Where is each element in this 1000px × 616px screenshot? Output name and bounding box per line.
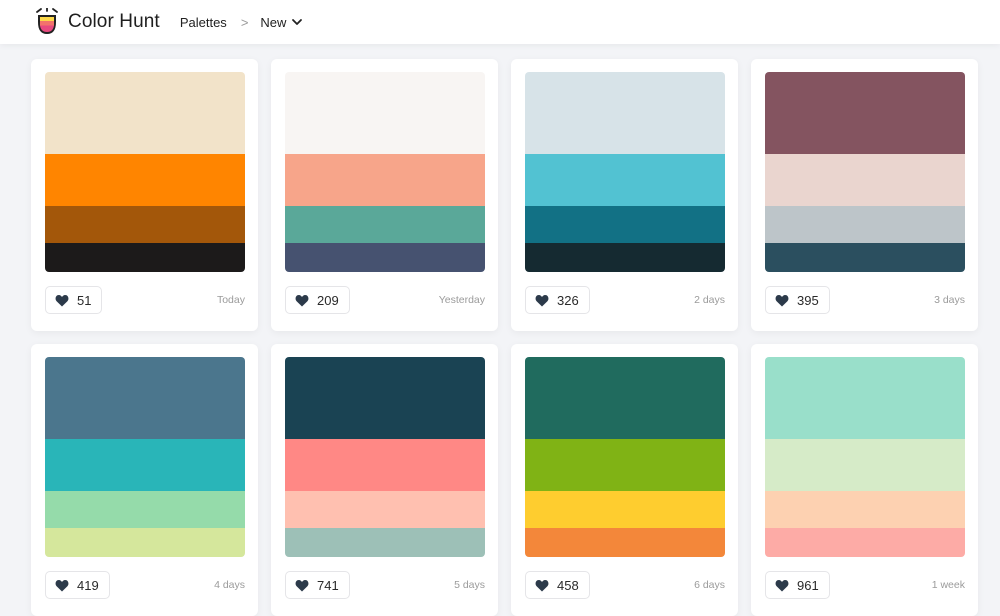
heart-icon (295, 294, 309, 307)
color-swatch[interactable] (45, 439, 245, 491)
color-swatch[interactable] (285, 528, 485, 557)
color-swatch[interactable] (45, 243, 245, 272)
palette-date: Yesterday (438, 294, 485, 306)
palette-swatches[interactable] (765, 72, 965, 272)
like-count: 458 (557, 577, 579, 593)
color-swatch[interactable] (765, 154, 965, 206)
color-swatch[interactable] (285, 439, 485, 491)
color-swatch[interactable] (45, 72, 245, 154)
like-button[interactable]: 961 (765, 571, 830, 599)
like-button[interactable]: 395 (765, 286, 830, 314)
palette-card: 458 6 days (511, 344, 738, 616)
color-swatch[interactable] (765, 439, 965, 491)
palette-date: Today (216, 294, 245, 306)
palette-card: 326 2 days (511, 59, 738, 331)
color-swatch[interactable] (45, 206, 245, 243)
palette-swatches[interactable] (525, 72, 725, 272)
palette-date: 5 days (454, 579, 485, 591)
color-swatch[interactable] (765, 72, 965, 154)
like-count: 419 (77, 577, 99, 593)
palette-date: 3 days (934, 294, 965, 306)
palette-card: 741 5 days (271, 344, 498, 616)
color-swatch[interactable] (285, 357, 485, 439)
palette-grid: 51 Today 209 Yesterday 326 2 days 395 3 … (31, 59, 981, 616)
palette-card: 961 1 week (751, 344, 978, 616)
heart-icon (775, 579, 789, 592)
heart-icon (55, 579, 69, 592)
heart-icon (55, 294, 69, 307)
color-swatch[interactable] (525, 528, 725, 557)
nav-palettes-link[interactable]: Palettes (180, 15, 227, 30)
palette-card: 395 3 days (751, 59, 978, 331)
color-swatch[interactable] (525, 206, 725, 243)
color-swatch[interactable] (765, 528, 965, 557)
palette-swatches[interactable] (525, 357, 725, 557)
like-count: 741 (317, 577, 339, 593)
breadcrumb-separator: > (240, 14, 249, 30)
color-swatch[interactable] (285, 243, 485, 272)
color-swatch[interactable] (525, 154, 725, 206)
color-swatch[interactable] (765, 206, 965, 243)
palette-swatches[interactable] (285, 357, 485, 557)
like-count: 961 (797, 577, 819, 593)
sort-dropdown[interactable]: New (260, 15, 303, 30)
palette-date: 4 days (214, 579, 245, 591)
brand-name[interactable]: Color Hunt (68, 11, 160, 33)
color-swatch[interactable] (525, 439, 725, 491)
palette-card: 209 Yesterday (271, 59, 498, 331)
color-swatch[interactable] (765, 357, 965, 439)
color-swatch[interactable] (525, 491, 725, 528)
sort-dropdown-label: New (260, 14, 287, 30)
color-swatch[interactable] (285, 72, 485, 154)
color-swatch[interactable] (45, 357, 245, 439)
color-swatch[interactable] (45, 154, 245, 206)
like-button[interactable]: 326 (525, 286, 590, 314)
heart-icon (775, 294, 789, 307)
like-button[interactable]: 458 (525, 571, 590, 599)
palette-swatches[interactable] (285, 72, 485, 272)
palette-date: 6 days (694, 579, 725, 591)
like-button[interactable]: 209 (285, 286, 350, 314)
palette-swatches[interactable] (45, 72, 245, 272)
color-swatch[interactable] (765, 243, 965, 272)
like-button[interactable]: 741 (285, 571, 350, 599)
palette-date: 1 week (931, 579, 965, 591)
heart-icon (535, 579, 549, 592)
color-swatch[interactable] (45, 491, 245, 528)
color-swatch[interactable] (285, 206, 485, 243)
color-swatch[interactable] (525, 243, 725, 272)
palette-card: 51 Today (31, 59, 258, 331)
palette-card: 419 4 days (31, 344, 258, 616)
like-button[interactable]: 419 (45, 571, 110, 599)
color-swatch[interactable] (285, 491, 485, 528)
like-count: 51 (77, 292, 92, 308)
color-swatch[interactable] (285, 154, 485, 206)
color-hunt-logo-icon[interactable] (34, 7, 60, 36)
color-swatch[interactable] (765, 491, 965, 528)
palette-swatches[interactable] (45, 357, 245, 557)
color-swatch[interactable] (45, 528, 245, 557)
top-navigation-bar: Color Hunt Palettes > New (0, 0, 1000, 44)
palette-swatches[interactable] (765, 357, 965, 557)
chevron-down-icon (291, 16, 303, 28)
like-count: 209 (317, 292, 339, 308)
like-count: 395 (797, 292, 819, 308)
palette-date: 2 days (694, 294, 725, 306)
color-swatch[interactable] (525, 357, 725, 439)
like-button[interactable]: 51 (45, 286, 103, 314)
heart-icon (295, 579, 309, 592)
heart-icon (535, 294, 549, 307)
color-swatch[interactable] (525, 72, 725, 154)
like-count: 326 (557, 292, 579, 308)
